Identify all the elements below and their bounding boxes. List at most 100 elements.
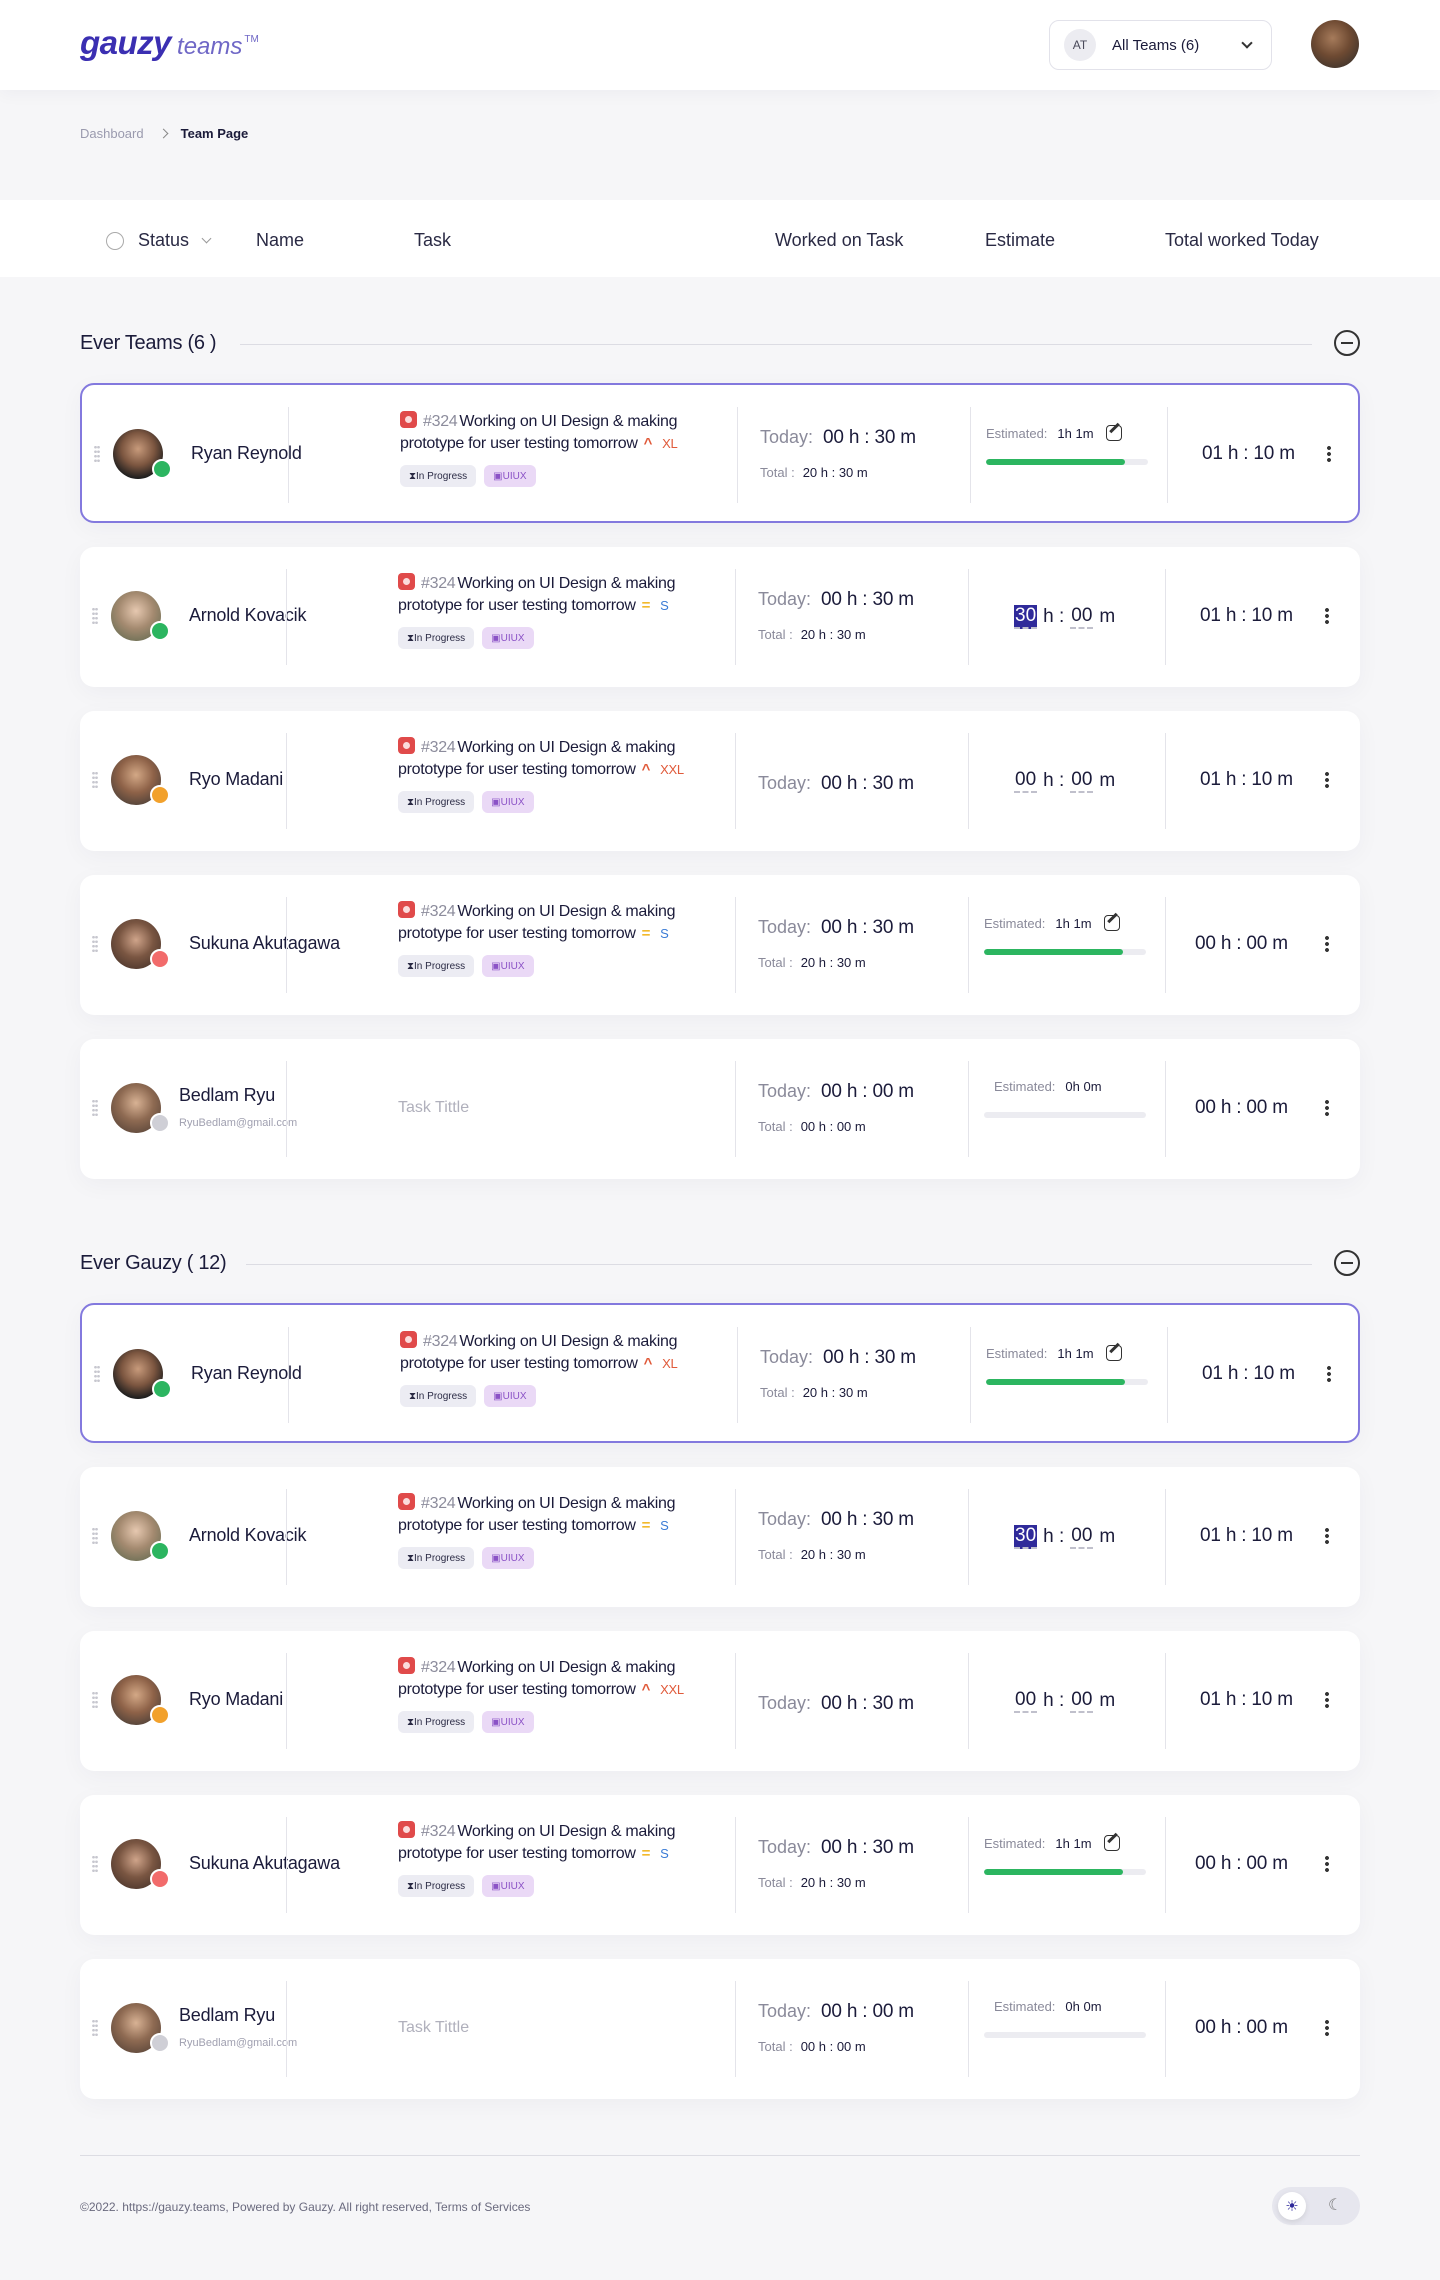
column-status[interactable]: Status (138, 230, 189, 251)
drag-handle-icon[interactable] (92, 935, 98, 953)
user-avatar[interactable] (1311, 20, 1359, 68)
label-tag[interactable]: ▣ UIUX (484, 1385, 536, 1407)
more-options-icon[interactable] (1327, 1365, 1331, 1383)
task-cell[interactable]: #324 Working on UI Design & making prototy… (398, 737, 718, 813)
column-divider (735, 897, 736, 993)
team-selector-label: All Teams (6) (1112, 36, 1200, 54)
more-options-icon[interactable] (1325, 1855, 1329, 1873)
estimate-input[interactable]: 30 h :00 m (1014, 605, 1121, 629)
estimate-minutes-input[interactable]: 00 (1070, 1689, 1094, 1713)
member-row[interactable]: Bedlam Ryu RyuBedlam@gmail.com Task Tittle… (80, 1959, 1360, 2099)
status-tag[interactable]: ⧗ In Progress (398, 1547, 475, 1569)
team-selector-dropdown[interactable]: AT All Teams (6) (1049, 20, 1272, 70)
member-name[interactable]: Arnold Kovacik (189, 1525, 306, 1546)
label-tag[interactable]: ▣ UIUX (482, 627, 534, 649)
member-name[interactable]: Ryan Reynold (191, 1363, 302, 1384)
member-row[interactable]: Bedlam Ryu RyuBedlam@gmail.com Task Tittle… (80, 1039, 1360, 1179)
collapse-section-icon[interactable] (1334, 1250, 1360, 1276)
moon-icon[interactable]: ☾ (1328, 2195, 1342, 2215)
member-name[interactable]: Ryan Reynold (191, 443, 302, 464)
task-title-input[interactable]: Task Tittle (398, 2019, 469, 2037)
label-tag[interactable]: ▣ UIUX (482, 955, 534, 977)
label-tag[interactable]: ▣ UIUX (484, 465, 536, 487)
task-cell[interactable]: #324 Working on UI Design & making prototy… (400, 411, 720, 487)
estimate-minutes-input[interactable]: 00 (1070, 769, 1094, 793)
estimate-hours-input[interactable]: 00 (1014, 769, 1038, 793)
status-tag[interactable]: ⧗ In Progress (398, 1711, 475, 1733)
bug-icon (400, 411, 417, 428)
collapse-section-icon[interactable] (1334, 330, 1360, 356)
today-value: 00 h : 30 m (821, 1693, 914, 1714)
member-row[interactable]: Sukuna Akutagawa #324 Working on UI Design… (80, 1795, 1360, 1935)
drag-handle-icon[interactable] (94, 1365, 100, 1383)
chevron-down-icon[interactable] (201, 233, 212, 244)
status-tag[interactable]: ⧗ In Progress (398, 955, 475, 977)
estimate-minutes-input[interactable]: 00 (1070, 605, 1094, 629)
drag-handle-icon[interactable] (92, 1691, 98, 1709)
more-options-icon[interactable] (1325, 1527, 1329, 1545)
drag-handle-icon[interactable] (92, 1855, 98, 1873)
member-name[interactable]: Sukuna Akutagawa (189, 933, 340, 954)
more-options-icon[interactable] (1325, 1691, 1329, 1709)
member-row[interactable]: Ryo Madani #324 Working on UI Design & mak… (80, 711, 1360, 851)
more-options-icon[interactable] (1325, 771, 1329, 789)
breadcrumb-dashboard[interactable]: Dashboard (80, 126, 144, 141)
task-cell[interactable]: #324 Working on UI Design & making prototy… (398, 1657, 718, 1733)
edit-icon[interactable] (1105, 1345, 1122, 1361)
member-row[interactable]: Ryan Reynold #324 Working on UI Design & m… (80, 383, 1360, 523)
label-tag[interactable]: ▣ UIUX (482, 1711, 534, 1733)
edit-icon[interactable] (1105, 425, 1122, 441)
drag-handle-icon[interactable] (92, 1527, 98, 1545)
label-tag[interactable]: ▣ UIUX (482, 1875, 534, 1897)
label-tag[interactable]: ▣ UIUX (482, 791, 534, 813)
more-options-icon[interactable] (1325, 607, 1329, 625)
estimate-input[interactable]: 00 h :00 m (1014, 769, 1121, 793)
task-cell[interactable]: #324 Working on UI Design & making prototy… (398, 573, 718, 649)
drag-handle-icon[interactable] (92, 2019, 98, 2037)
member-name[interactable]: Ryo Madani (189, 769, 283, 790)
status-tag[interactable]: ⧗ In Progress (400, 465, 477, 487)
estimate-minutes-input[interactable]: 00 (1070, 1525, 1094, 1549)
label-tag[interactable]: ▣ UIUX (482, 1547, 534, 1569)
gauzy-teams-logo[interactable]: gauzy teams TM (80, 24, 259, 62)
task-cell[interactable]: #324 Working on UI Design & making prototy… (398, 1821, 718, 1897)
task-title-input[interactable]: Task Tittle (398, 1099, 469, 1117)
task-cell[interactable]: #324 Working on UI Design & making prototy… (398, 901, 718, 977)
label-tag-text: UIUX (502, 1390, 527, 1402)
status-tag[interactable]: ⧗ In Progress (398, 627, 475, 649)
more-options-icon[interactable] (1325, 935, 1329, 953)
total-value: 20 h : 30 m (800, 1875, 866, 1890)
status-filter-radio[interactable] (106, 232, 124, 250)
drag-handle-icon[interactable] (94, 445, 100, 463)
estimate-hours-input[interactable]: 00 (1014, 1689, 1038, 1713)
sun-icon[interactable]: ☀ (1278, 2192, 1306, 2220)
task-cell[interactable]: #324 Working on UI Design & making prototy… (400, 1331, 720, 1407)
estimate-hours-input[interactable]: 30 (1014, 1525, 1038, 1549)
estimate-hours-input[interactable]: 30 (1014, 605, 1038, 629)
member-name[interactable]: Arnold Kovacik (189, 605, 306, 626)
estimate-input[interactable]: 30 h :00 m (1014, 1525, 1121, 1549)
drag-handle-icon[interactable] (92, 771, 98, 789)
member-row[interactable]: Arnold Kovacik #324 Working on UI Design &… (80, 547, 1360, 687)
theme-toggle[interactable]: ☀ ☾ (1272, 2187, 1360, 2225)
more-options-icon[interactable] (1325, 2019, 1329, 2037)
edit-icon[interactable] (1103, 1835, 1120, 1851)
member-row[interactable]: Ryo Madani #324 Working on UI Design & mak… (80, 1631, 1360, 1771)
status-tag[interactable]: ⧗ In Progress (398, 1875, 475, 1897)
member-row[interactable]: Sukuna Akutagawa #324 Working on UI Design… (80, 875, 1360, 1015)
more-options-icon[interactable] (1327, 445, 1331, 463)
more-options-icon[interactable] (1325, 1099, 1329, 1117)
estimate-input[interactable]: 00 h :00 m (1014, 1689, 1121, 1713)
member-row[interactable]: Arnold Kovacik #324 Working on UI Design &… (80, 1467, 1360, 1607)
member-name[interactable]: Ryo Madani (189, 1689, 283, 1710)
status-tag[interactable]: ⧗ In Progress (400, 1385, 477, 1407)
task-cell[interactable]: #324 Working on UI Design & making prototy… (398, 1493, 718, 1569)
member-row[interactable]: Ryan Reynold #324 Working on UI Design & m… (80, 1303, 1360, 1443)
member-name[interactable]: Bedlam Ryu (179, 1085, 275, 1106)
edit-icon[interactable] (1103, 915, 1120, 931)
member-name[interactable]: Sukuna Akutagawa (189, 1853, 340, 1874)
status-tag[interactable]: ⧗ In Progress (398, 791, 475, 813)
drag-handle-icon[interactable] (92, 607, 98, 625)
drag-handle-icon[interactable] (92, 1099, 98, 1117)
member-name[interactable]: Bedlam Ryu (179, 2005, 275, 2026)
